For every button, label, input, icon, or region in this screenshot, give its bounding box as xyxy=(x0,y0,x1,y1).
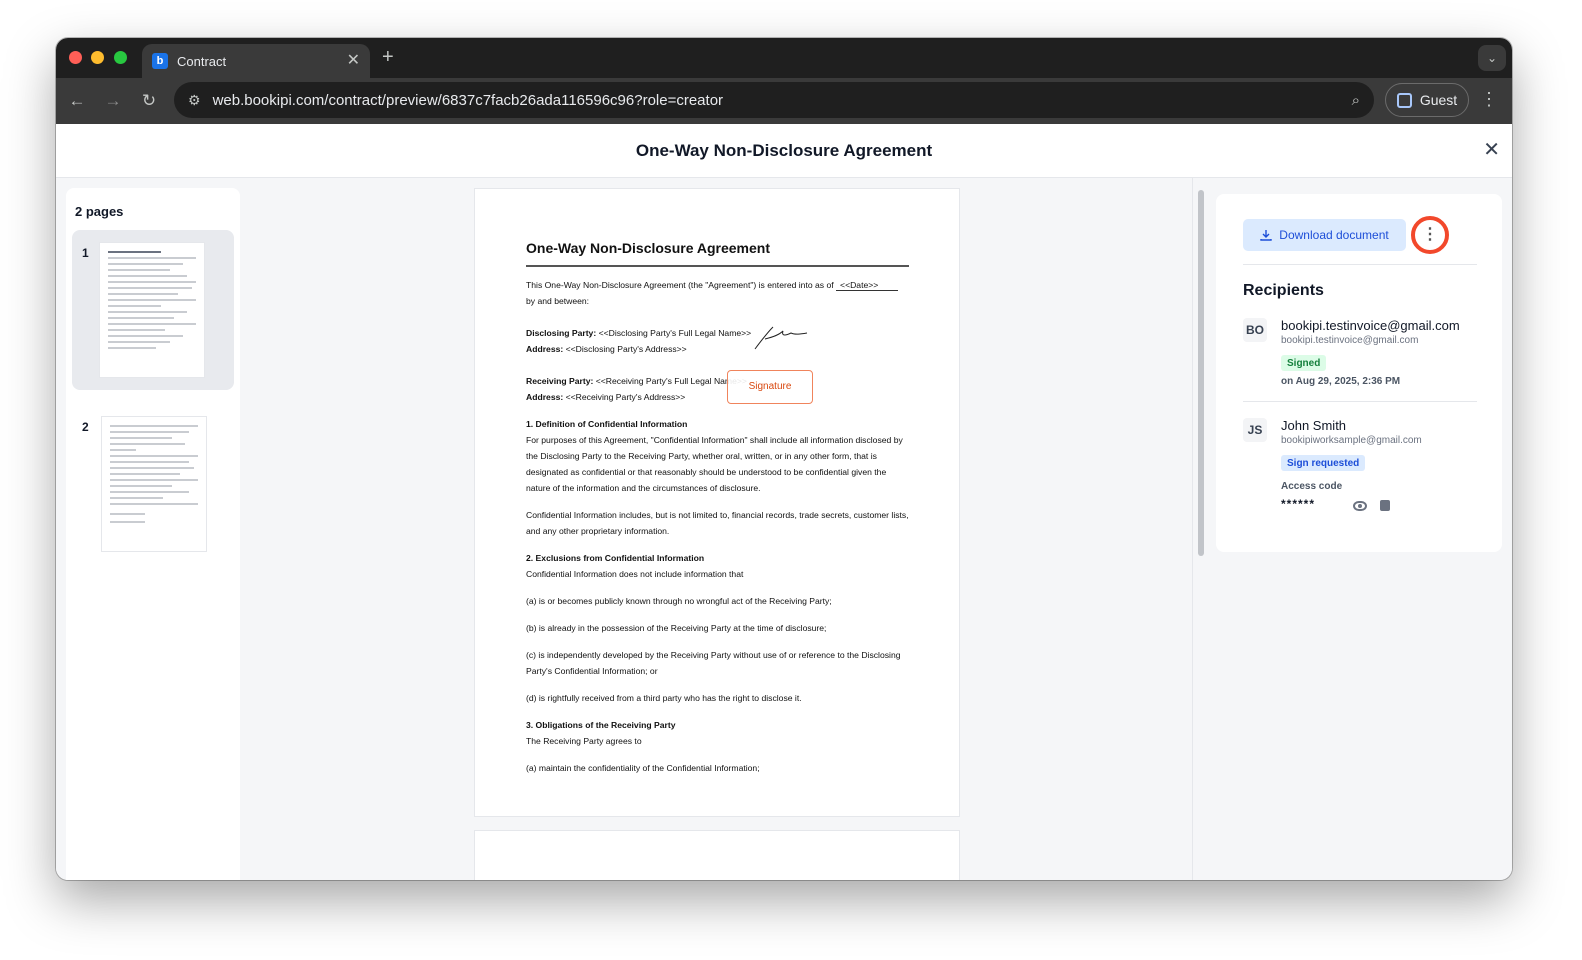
section-1-heading: 1. Definition of Confidential Informatio… xyxy=(526,419,688,429)
document-page-2 xyxy=(474,830,960,880)
thumbnail-number: 2 xyxy=(82,420,89,434)
recipient-email: bookipi.testinvoice@gmail.com xyxy=(1281,335,1419,346)
access-code-value: ****** xyxy=(1281,497,1316,511)
section-2-item-a: (a) is or becomes publicly known through… xyxy=(526,596,832,606)
section-3-heading: 3. Obligations of the Receiving Party xyxy=(526,720,676,730)
section-1-paragraph-1: For purposes of this Agreement, "Confide… xyxy=(526,435,903,493)
download-document-button[interactable]: Download document xyxy=(1243,219,1406,251)
status-badge: Signed xyxy=(1281,355,1327,371)
page-thumbnail-2[interactable]: 2 xyxy=(72,404,234,564)
section-3-item-a: (a) maintain the confidentiality of the … xyxy=(526,763,760,773)
document-title: One-Way Non-Disclosure Agreement xyxy=(526,239,909,267)
download-label: Download document xyxy=(1279,228,1389,242)
address-label: Address: xyxy=(526,344,564,354)
browser-toolbar: ← → ↻ ⚙ web.bookipi.com/contract/preview… xyxy=(56,78,1512,124)
divider xyxy=(1243,401,1477,402)
section-2-intro: Confidential Information does not includ… xyxy=(526,569,744,579)
document-scrollbar[interactable] xyxy=(1192,178,1206,880)
recipients-heading: Recipients xyxy=(1243,282,1324,299)
reload-icon[interactable]: ↻ xyxy=(136,88,162,114)
copy-icon[interactable] xyxy=(1377,497,1390,511)
section-2-item-c: (c) is independently developed by the Re… xyxy=(526,650,901,676)
disclosing-address: <<Disclosing Party's Address>> xyxy=(565,344,687,354)
receiving-party-block: Receiving Party: <<Receiving Party's Ful… xyxy=(526,373,909,405)
status-badge: Sign requested xyxy=(1281,455,1366,471)
tab-close-icon[interactable]: ✕ xyxy=(347,53,360,69)
disclosing-name: <<Disclosing Party's Full Legal Name>> xyxy=(598,328,752,338)
disclosing-party-block: Disclosing Party: <<Disclosing Party's F… xyxy=(526,325,909,357)
tab-title: Contract xyxy=(177,53,227,69)
profile-label: Guest xyxy=(1419,92,1458,108)
browser-window: b Contract ✕ + ⌄ ← → ↻ ⚙ web.bookipi.com… xyxy=(56,38,1512,880)
download-icon xyxy=(1260,230,1272,241)
divider xyxy=(1243,264,1477,265)
signature-field[interactable]: Signature xyxy=(727,370,813,404)
profile-icon xyxy=(1396,92,1412,108)
access-code-label: Access code xyxy=(1281,481,1343,492)
section-2-item-d: (d) is rightfully received from a third … xyxy=(526,693,802,703)
recipient-name: bookipi.testinvoice@gmail.com xyxy=(1281,318,1460,333)
back-arrow-icon[interactable]: ← xyxy=(64,88,90,114)
avatar: BO xyxy=(1243,318,1267,342)
forward-arrow-icon[interactable]: → xyxy=(100,88,126,114)
modal-header: One-Way Non-Disclosure Agreement ✕ xyxy=(56,124,1512,178)
pages-count-label: 2 pages xyxy=(75,204,124,219)
document-page-1: One-Way Non-Disclosure Agreement This On… xyxy=(474,188,960,817)
contract-preview-page: One-Way Non-Disclosure Agreement ✕ 2 pag… xyxy=(56,124,1512,880)
thumbnail-preview xyxy=(99,242,205,378)
browser-menu-icon[interactable]: ⋮ xyxy=(1480,90,1498,108)
section-1-paragraph-2: Confidential Information includes, but i… xyxy=(526,510,909,536)
scrollbar-thumb[interactable] xyxy=(1198,190,1204,556)
address-bar[interactable]: ⚙ web.bookipi.com/contract/preview/6837c… xyxy=(174,82,1374,118)
recipient-name: John Smith xyxy=(1281,418,1347,433)
handwritten-signature-icon xyxy=(754,326,808,350)
profile-button[interactable]: Guest xyxy=(1385,83,1469,117)
receiving-label: Receiving Party: xyxy=(526,376,594,386)
close-window-button[interactable] xyxy=(69,51,82,64)
close-icon[interactable]: ✕ xyxy=(1483,140,1500,160)
signed-timestamp: on Aug 29, 2025, 2:36 PM xyxy=(1281,376,1401,387)
page-title: One-Way Non-Disclosure Agreement xyxy=(635,140,933,160)
new-tab-icon[interactable]: + xyxy=(382,46,394,69)
section-3-intro: The Receiving Party agrees to xyxy=(526,736,642,746)
intro-text-end: by and between: xyxy=(526,296,590,306)
minimize-window-button[interactable] xyxy=(91,51,104,64)
eye-icon[interactable] xyxy=(1353,501,1367,511)
intro-text: This One-Way Non-Disclosure Agreement (t… xyxy=(526,280,834,290)
receiving-address: <<Receiving Party's Address>> xyxy=(565,392,686,402)
url-text[interactable]: web.bookipi.com/contract/preview/6837c7f… xyxy=(213,92,1352,109)
browser-tab[interactable]: b Contract ✕ xyxy=(142,44,370,78)
receiving-name: <<Receiving Party's Full Legal Name>> xyxy=(595,376,747,386)
page-thumbnails-sidebar: 2 pages 1 2 xyxy=(66,188,240,880)
avatar: JS xyxy=(1243,418,1267,442)
tab-bar: b Contract ✕ + ⌄ xyxy=(56,38,1512,78)
address-label: Address: xyxy=(526,392,564,402)
maximize-window-button[interactable] xyxy=(114,51,127,64)
page-thumbnail-1[interactable]: 1 xyxy=(72,230,234,390)
tab-search-chevron-icon[interactable]: ⌄ xyxy=(1478,45,1506,71)
document-intro: This One-Way Non-Disclosure Agreement (t… xyxy=(526,277,909,309)
date-field[interactable]: <<Date>> xyxy=(836,280,899,291)
thumbnail-preview xyxy=(101,416,207,552)
recipient-email: bookipiworksample@gmail.com xyxy=(1281,435,1422,446)
site-settings-icon[interactable]: ⚙ xyxy=(188,92,201,109)
thumbnail-number: 1 xyxy=(82,246,89,260)
bookipi-favicon-icon: b xyxy=(152,53,168,69)
zoom-magnifier-icon[interactable]: ⌕ xyxy=(1352,92,1360,109)
recipients-panel: Download document ⋮ Recipients BO bookip… xyxy=(1216,194,1502,552)
document-viewer[interactable]: One-Way Non-Disclosure Agreement This On… xyxy=(242,178,1192,880)
section-2-item-b: (b) is already in the possession of the … xyxy=(526,623,827,633)
section-2-heading: 2. Exclusions from Confidential Informat… xyxy=(526,553,705,563)
more-options-icon[interactable]: ⋮ xyxy=(1411,216,1449,254)
disclosing-label: Disclosing Party: xyxy=(526,328,597,338)
